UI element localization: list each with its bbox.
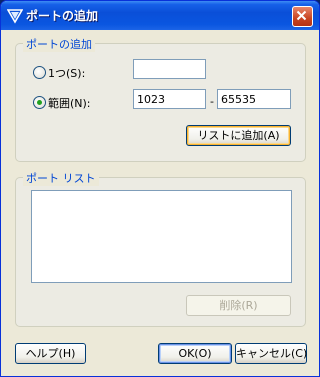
dialog-client: ポートの追加 1つ(S): 範囲(N): - リストに追加(A) ポート リスト…: [4, 30, 316, 373]
radio-selected-dot: [37, 100, 42, 105]
add-port-group-title: ポートの追加: [23, 36, 95, 52]
add-port-group: ポートの追加 1つ(S): 範囲(N): - リストに追加(A): [15, 36, 306, 162]
window-title: ポートの追加: [26, 9, 99, 23]
add-port-dialog: ポートの追加 ポートの追加 1つ(S): 範囲(N): - リストに追加(A) …: [0, 0, 320, 377]
single-port-radio[interactable]: [33, 66, 46, 79]
port-list-group-title: ポート リスト: [23, 170, 99, 186]
range-radio[interactable]: [33, 96, 46, 109]
range-to-input[interactable]: [217, 89, 291, 109]
close-icon: [296, 10, 307, 21]
app-icon: [6, 8, 24, 24]
delete-button[interactable]: 削除(R): [186, 295, 291, 316]
single-port-label: 1つ(S):: [48, 67, 86, 80]
range-from-input[interactable]: [133, 89, 206, 109]
range-separator: -: [210, 95, 214, 108]
add-to-list-button[interactable]: リストに追加(A): [186, 125, 291, 146]
title-bar[interactable]: ポートの追加: [1, 1, 319, 30]
close-button[interactable]: [292, 6, 313, 27]
single-port-input[interactable]: [133, 59, 206, 79]
port-list-group: ポート リスト 削除(R): [15, 170, 306, 327]
range-label: 範囲(N):: [48, 97, 91, 110]
cancel-button[interactable]: キャンセル(C): [235, 343, 307, 364]
help-button[interactable]: ヘルプ(H): [15, 343, 86, 364]
ok-button[interactable]: OK(O): [158, 343, 232, 364]
port-listbox[interactable]: [31, 190, 292, 283]
